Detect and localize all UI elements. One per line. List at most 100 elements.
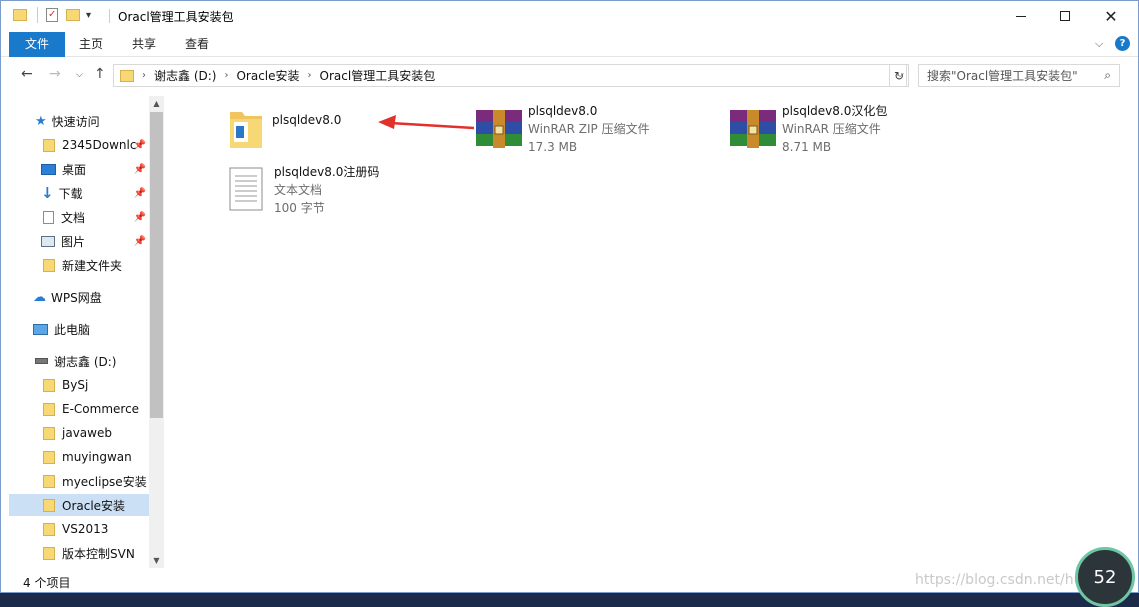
minimize-button[interactable]: [998, 1, 1044, 31]
sidebar-item-label: 谢志鑫 (D:): [54, 354, 117, 369]
sidebar-item-label: 快速访问: [51, 114, 100, 129]
desktop-icon: [41, 163, 56, 175]
download-icon: ↓: [41, 184, 54, 202]
customize-quick-access-icon[interactable]: ▾: [86, 10, 91, 21]
sidebar-item-muyingwan[interactable]: muyingwan: [9, 446, 149, 468]
sidebar-item-label: WPS网盘: [51, 290, 102, 305]
sidebar-item-myeclipse[interactable]: myeclipse安装: [9, 470, 149, 492]
expand-ribbon-icon[interactable]: ⌵: [1095, 37, 1103, 51]
maximize-icon: [1060, 11, 1070, 21]
sidebar-item-label: 下载: [58, 186, 83, 201]
window-title: Oracl管理工具安装包: [118, 10, 234, 24]
folder-icon: [43, 498, 55, 512]
up-button[interactable]: ↑: [94, 66, 106, 82]
separator: [109, 9, 110, 23]
document-icon: [43, 210, 54, 224]
folder-icon: [43, 378, 55, 392]
file-item-registration[interactable]: plsqldev8.0注册码 文本文档 100 字节: [226, 165, 380, 217]
sidebar-item-new-folder[interactable]: 新建文件夹: [9, 254, 149, 276]
file-name: plsqldev8.0: [528, 104, 598, 118]
sidebar-item-bysj[interactable]: BySj: [9, 374, 149, 396]
file-item-zip[interactable]: plsqldev8.0 WinRAR ZIP 压缩文件 17.3 MB: [474, 104, 650, 156]
item-count: 4 个项目: [23, 576, 71, 590]
folder-icon: [120, 69, 134, 82]
folder-icon: [43, 138, 55, 152]
folder-icon: [43, 522, 55, 536]
sidebar-scrollbar[interactable]: ▲ ▼: [149, 96, 164, 568]
help-icon[interactable]: ?: [1115, 36, 1130, 51]
speed-indicator: 52: [1075, 547, 1135, 607]
folder-icon: [43, 402, 55, 416]
maximize-button[interactable]: [1042, 1, 1088, 31]
tab-view[interactable]: 查看: [171, 33, 223, 56]
sidebar-item-label: 版本控制SVN: [62, 546, 135, 561]
sidebar-item-this-pc[interactable]: 此电脑: [9, 318, 149, 340]
sidebar-item-vs2013[interactable]: VS2013: [9, 518, 149, 540]
pin-icon: 📌: [133, 139, 146, 151]
sidebar-item-label: E-Commerce: [62, 402, 140, 416]
sidebar-item-e-commerce[interactable]: E-Commerce: [9, 398, 149, 420]
scrollbar-thumb[interactable]: [150, 112, 163, 418]
properties-icon[interactable]: ✓: [46, 8, 58, 22]
file-name: plsqldev8.0汉化包: [782, 104, 888, 118]
pin-icon: 📌: [133, 187, 146, 199]
sidebar-item-quick-access[interactable]: ★ 快速访问: [9, 110, 149, 132]
recent-locations-button[interactable]: ⌵: [76, 70, 83, 80]
separator: [37, 7, 38, 23]
sidebar-item-downloads[interactable]: ↓ 下载 📌: [9, 182, 149, 204]
file-item-folder[interactable]: plsqldev8.0: [226, 106, 341, 152]
file-list: plsqldev8.0 plsqldev8.0 WinRAR ZIP 压缩文件 …: [171, 96, 1138, 568]
sidebar-item-label: 图片: [61, 234, 86, 249]
cloud-icon: ☁: [33, 289, 46, 305]
file-item-chinese-pack[interactable]: plsqldev8.0汉化包 WinRAR 压缩文件 8.71 MB: [728, 104, 887, 156]
winrar-icon: [476, 110, 522, 148]
chevron-right-icon[interactable]: ›: [224, 70, 228, 81]
sidebar-item-label: javaweb: [62, 426, 112, 440]
sidebar-item-label: muyingwan: [62, 450, 132, 464]
refresh-button[interactable]: ↻: [889, 64, 909, 87]
back-button[interactable]: ←: [21, 66, 33, 82]
sidebar-item-documents[interactable]: 文档 📌: [9, 206, 149, 228]
folder-icon[interactable]: [13, 9, 27, 21]
breadcrumb-drive[interactable]: 谢志鑫 (D:): [154, 67, 216, 84]
sidebar-item-desktop[interactable]: 桌面 📌: [9, 158, 149, 180]
scroll-up-icon[interactable]: ▲: [149, 97, 164, 111]
drive-icon: [35, 358, 48, 364]
folder-icon: [230, 112, 262, 148]
star-icon: ★: [35, 113, 47, 129]
minimize-icon: [1016, 15, 1026, 17]
sidebar-item-wps-cloud[interactable]: ☁ WPS网盘: [9, 286, 149, 308]
computer-icon: [33, 323, 48, 335]
sidebar-item-2345downloads[interactable]: 2345Downlc 📌: [9, 134, 149, 156]
sidebar-item-drive-d[interactable]: 谢志鑫 (D:): [9, 350, 149, 372]
breadcrumb-current[interactable]: Oracl管理工具安装包: [320, 67, 436, 84]
sidebar-item-label: 文档: [61, 210, 86, 225]
forward-button[interactable]: →: [49, 66, 61, 82]
folder-icon: [43, 426, 55, 440]
tab-home[interactable]: 主页: [65, 33, 117, 56]
folder-icon: [43, 546, 55, 560]
search-input[interactable]: 搜索"Oracl管理工具安装包" ⌕: [918, 64, 1120, 87]
tab-share[interactable]: 共享: [118, 33, 170, 56]
search-icon: ⌕: [1104, 68, 1111, 82]
explorer-window: ✓ ▾ Oracl管理工具安装包 ✕ 文件 主页 共享 查看 ⌵ ? ← → ⌵…: [0, 0, 1139, 593]
new-folder-icon[interactable]: [66, 9, 80, 21]
sidebar-item-svn[interactable]: 版本控制SVN: [9, 542, 149, 564]
tab-file[interactable]: 文件: [9, 32, 65, 57]
file-name: plsqldev8.0注册码: [274, 165, 380, 179]
sidebar-item-pictures[interactable]: 图片 📌: [9, 230, 149, 252]
pin-icon: 📌: [133, 163, 146, 175]
breadcrumb-oracle[interactable]: Oracle安装: [236, 67, 299, 84]
file-name: plsqldev8.0: [272, 113, 342, 127]
sidebar-item-oracle[interactable]: Oracle安装: [9, 494, 149, 516]
close-button[interactable]: ✕: [1088, 1, 1134, 31]
navigation-pane: ★ 快速访问 2345Downlc 📌 桌面 📌 ↓ 下载 📌 文档 📌 图片 …: [9, 96, 164, 568]
file-type: WinRAR ZIP 压缩文件: [528, 122, 650, 136]
chevron-right-icon[interactable]: ›: [308, 70, 312, 81]
file-type: 文本文档: [274, 183, 323, 197]
scroll-down-icon[interactable]: ▼: [149, 554, 164, 568]
quick-access-toolbar: ✓ ▾: [13, 7, 91, 23]
sidebar-item-javaweb[interactable]: javaweb: [9, 422, 149, 444]
address-bar[interactable]: › 谢志鑫 (D:) › Oracle安装 › Oracl管理工具安装包 ⌵: [113, 64, 907, 87]
chevron-right-icon: ›: [142, 70, 146, 81]
